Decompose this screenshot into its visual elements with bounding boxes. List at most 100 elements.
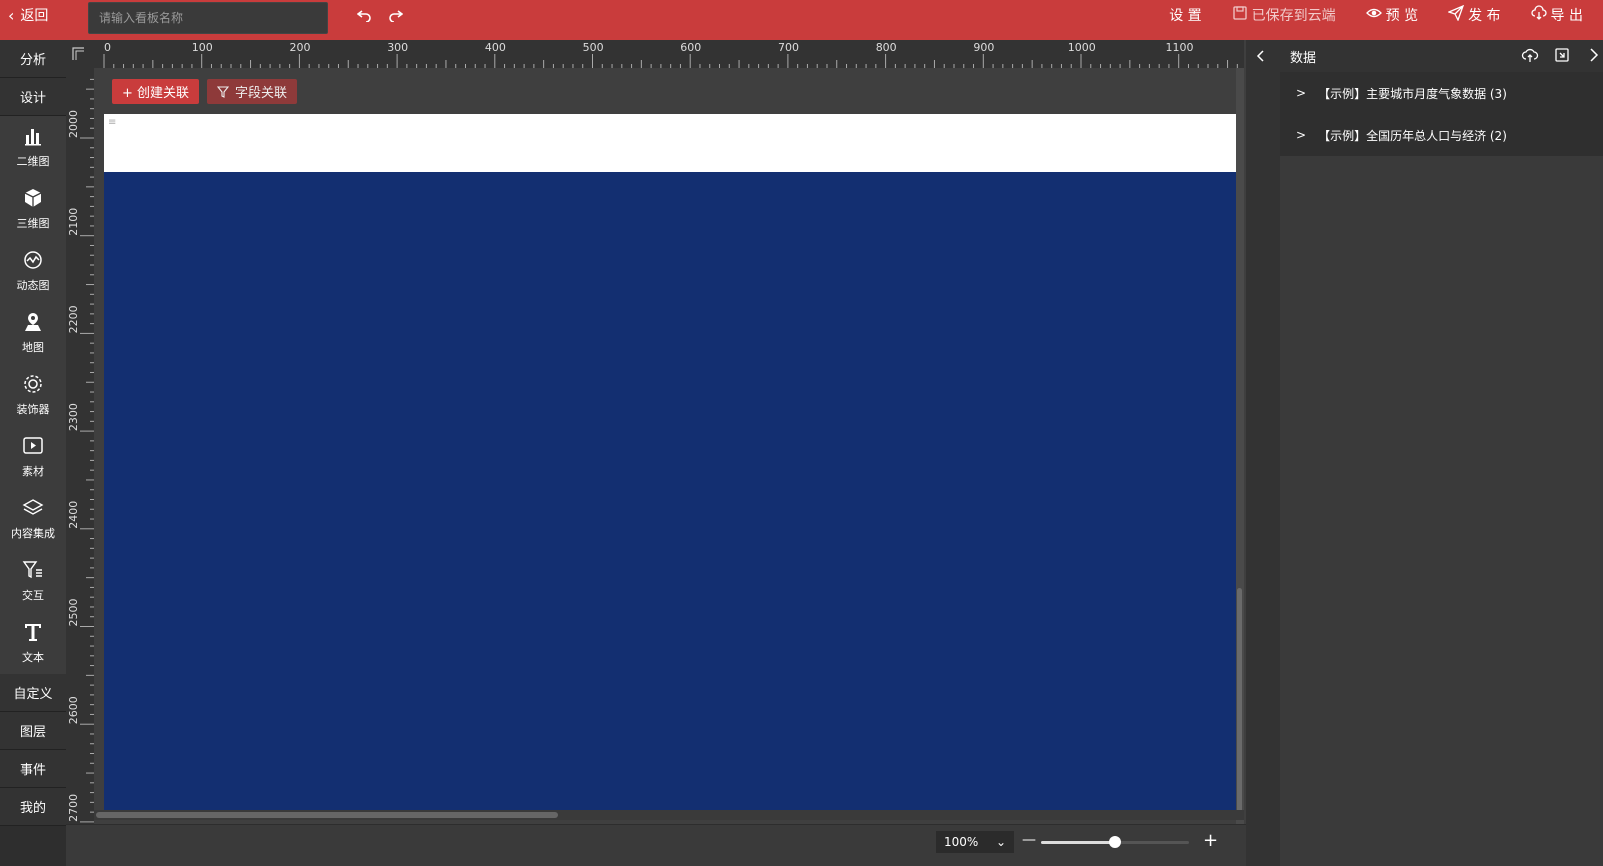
bar-chart-icon [22,125,44,153]
tool-map[interactable]: 地图 [0,302,66,364]
replace-data-icon[interactable] [1553,46,1571,64]
top-bar: ‹ 返回 设 置 已保存到云端 预 览 发 布 导 出 [0,0,1603,40]
ruler-label: 2200 [67,305,80,333]
settings-button[interactable]: 设 置 [1169,5,1201,25]
export-button[interactable]: 导 出 [1530,5,1583,25]
tool-interaction-label: 交互 [22,589,44,602]
tab-events-label: 事件 [19,763,46,778]
tab-mine[interactable]: 我的 [0,788,66,826]
ruler-label: 2500 [67,599,80,627]
horizontal-scrollbar[interactable] [94,810,1244,820]
tool-interaction[interactable]: 交互 [0,550,66,612]
tab-layers[interactable]: 图层 [0,712,66,750]
zoom-in-icon[interactable]: + [1203,830,1218,851]
undo-icon[interactable] [352,3,376,27]
ruler-label: 400 [485,41,506,54]
preview-label: 预 览 [1385,8,1419,24]
saved-status[interactable]: 已保存到云端 [1232,5,1336,25]
ruler-label: 800 [876,41,897,54]
canvas-area: 0 100 200 300 400 500 600 700 800 900 1000 1100 200… [66,40,1246,866]
tool-3d-chart[interactable]: 三维图 [0,178,66,240]
left-sidebar: 分析 设计 二维图 三维图 动态图 地图 装饰器 素材 内容集成 交互 文本 自… [0,40,66,866]
export-label: 导 出 [1550,8,1583,24]
list-item[interactable]: > 【示例】主要城市月度气象数据 (3) [1280,72,1603,114]
redo-icon[interactable] [384,3,408,27]
filter-icon [217,85,230,98]
tool-decorator-label: 装饰器 [16,403,50,416]
cloud-upload-icon[interactable] [1521,46,1539,64]
tab-design[interactable]: 设计 [0,78,66,116]
zoom-slider-handle[interactable] [1109,836,1121,848]
cube-icon [22,187,44,215]
tab-custom[interactable]: 自定义 [0,674,66,712]
tool-material-label: 素材 [22,465,44,478]
chevron-right-icon[interactable] [1585,46,1603,64]
ruler-label: 2100 [67,208,80,236]
tab-mine-label: 我的 [19,801,46,816]
zoom-out-icon[interactable]: — [1022,832,1036,848]
tool-2d-chart-label: 二维图 [16,155,50,168]
send-icon [1447,4,1465,25]
tool-2d-chart[interactable]: 二维图 [0,116,66,178]
back-button[interactable]: ‹ 返回 [8,0,48,30]
ruler-label: 1000 [1068,41,1096,54]
drag-handle-icon[interactable]: ≡ [108,118,116,128]
tool-text-label: 文本 [22,651,44,664]
ruler-label: 2300 [67,403,80,431]
back-label: 返回 [20,8,49,24]
tab-design-label: 设计 [19,91,46,106]
map-pin-icon [22,311,44,339]
publish-label: 发 布 [1468,8,1501,24]
ruler-label: 2400 [67,501,80,529]
tool-dynamic-chart[interactable]: 动态图 [0,240,66,302]
preview-button[interactable]: 预 览 [1365,5,1419,25]
chevron-right-icon: > [1296,86,1307,100]
zoom-value: 100% [944,835,979,849]
create-relation-button[interactable]: + 创建关联 [112,79,200,104]
vertical-scrollbar[interactable] [1236,68,1244,828]
ruler-corner-icon[interactable] [66,40,94,68]
ruler-label: 300 [387,41,408,54]
tab-analysis[interactable]: 分析 [0,40,66,78]
tool-material[interactable]: 素材 [0,426,66,488]
field-relation-button[interactable]: 字段关联 [207,79,298,104]
ruler-label: 500 [583,41,604,54]
saved-label: 已保存到云端 [1251,8,1336,24]
ruler-label: 0 [104,41,111,54]
wave-circle-icon [22,249,44,277]
filter-icon [22,559,44,587]
horizontal-scrollbar-thumb[interactable] [96,812,558,818]
dashboard-name-input[interactable] [88,2,328,34]
tool-decorator[interactable]: 装饰器 [0,364,66,426]
create-relation-label: + 创建关联 [122,86,190,101]
tab-events[interactable]: 事件 [0,750,66,788]
layers-icon [22,497,44,525]
tool-dynamic-chart-label: 动态图 [16,279,50,292]
ruler-vertical: 2000 2100 2200 2300 2400 2500 2600 2700 [66,68,94,863]
chevron-right-icon: > [1296,128,1307,142]
save-icon [1232,5,1248,25]
tool-map-label: 地图 [22,341,44,354]
text-t-icon [22,621,44,649]
zoom-slider[interactable] [1041,836,1189,848]
settings-label: 设 置 [1169,8,1202,24]
vertical-scrollbar-thumb[interactable] [1237,588,1242,818]
list-item[interactable]: > 【示例】全国历年总人口与经济 (2) [1280,114,1603,156]
panel-divider [1246,40,1280,866]
ruler-label: 600 [680,41,701,54]
publish-button[interactable]: 发 布 [1447,4,1501,25]
tool-content-integration[interactable]: 内容集成 [0,488,66,550]
zoom-select[interactable]: 100% ⌄ [936,831,1014,853]
ruler-label: 100 [192,41,213,54]
field-relation-label: 字段关联 [235,86,288,101]
chevron-left-icon[interactable] [1254,48,1268,67]
data-panel: 数据 > 【示例】主要城市月度气象数据 (3) > 【示例】全国历年总人口与经济… [1280,40,1603,866]
header-strip-component[interactable]: ≡ [104,114,1236,172]
play-box-icon [22,435,44,463]
tool-text[interactable]: 文本 [0,612,66,674]
data-panel-title: 数据 [1290,50,1317,66]
zoom-bar: 100% ⌄ — + [66,824,1246,866]
canvas-background[interactable] [104,172,1236,810]
tab-layers-label: 图层 [19,725,46,740]
ruler-label: 2000 [67,110,80,138]
